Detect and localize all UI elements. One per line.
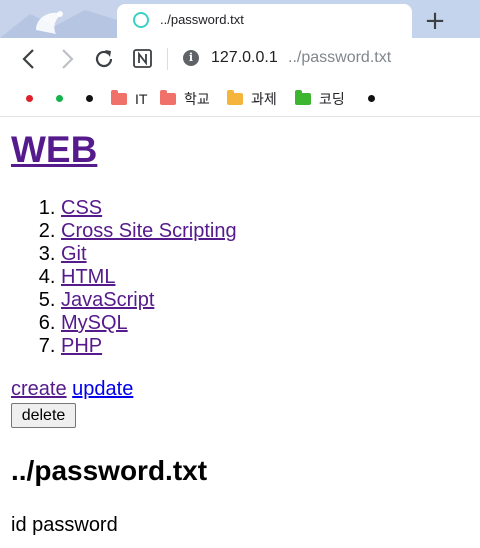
red-dot-icon (26, 95, 33, 102)
list-item: HTML (61, 266, 237, 289)
tab-title: ../password.txt (160, 12, 244, 27)
bookmark-red-dot[interactable] (26, 80, 33, 117)
bookmark-label: 코딩 (319, 90, 345, 107)
reload-icon[interactable] (91, 46, 117, 72)
folder-icon (295, 89, 311, 105)
list-item: MySQL (61, 312, 237, 335)
topic-link-git[interactable]: Git (61, 243, 87, 265)
home-link[interactable]: WEB (11, 129, 97, 170)
loading-favicon-icon (133, 12, 149, 28)
bookmark-folder-assignment[interactable]: 과제 (227, 80, 277, 117)
bookmark-green-dot[interactable] (56, 80, 63, 117)
address-host[interactable]: 127.0.0.1 (211, 48, 278, 68)
folder-icon (227, 89, 243, 105)
black-dot-icon (368, 95, 375, 102)
black-dot-icon (86, 95, 93, 102)
create-link[interactable]: create (11, 378, 67, 400)
list-item: Cross Site Scripting (61, 220, 237, 243)
topic-link-xss[interactable]: Cross Site Scripting (61, 220, 237, 242)
page-title: ../password.txt (11, 455, 208, 486)
active-tab[interactable]: ../password.txt (117, 4, 412, 38)
page-description: id password (11, 514, 118, 536)
bookmark-folder-school[interactable]: 학교 (160, 80, 210, 117)
list-item: CSS (61, 197, 237, 220)
bookmark-black-dot[interactable] (86, 80, 93, 117)
info-icon[interactable]: i (183, 50, 199, 66)
bookmark-black-dot-2[interactable] (368, 80, 375, 117)
bookmark-folder-it[interactable]: IT (111, 80, 147, 117)
bookmark-label: 학교 (184, 90, 210, 107)
back-icon[interactable] (16, 46, 42, 72)
new-tab-button[interactable]: + (420, 6, 450, 36)
list-item: JavaScript (61, 289, 237, 312)
topic-link-css[interactable]: CSS (61, 197, 102, 219)
forward-icon[interactable] (54, 46, 80, 72)
site-heading: WEB (11, 126, 97, 174)
topic-link-html[interactable]: HTML (61, 266, 115, 288)
action-links: create update (11, 378, 133, 401)
address-path[interactable]: ../password.txt (288, 48, 391, 68)
list-item: PHP (61, 335, 237, 358)
topic-link-javascript[interactable]: JavaScript (61, 289, 154, 311)
update-link[interactable]: update (72, 378, 133, 400)
folder-icon (111, 89, 127, 105)
bookmark-label: 과제 (251, 90, 277, 107)
bookmark-folder-coding[interactable]: 코딩 (295, 80, 345, 117)
topic-list: CSS Cross Site Scripting Git HTML JavaSc… (11, 197, 237, 358)
bookmarks-bar: IT 학교 과제 코딩 (0, 80, 480, 117)
topic-link-mysql[interactable]: MySQL (61, 312, 128, 334)
list-item: Git (61, 243, 237, 266)
tab-strip: ../password.txt + (0, 0, 480, 38)
toolbar-separator (167, 48, 168, 70)
folder-icon (160, 89, 176, 105)
notion-icon[interactable] (130, 46, 156, 72)
bookmark-label: IT (135, 90, 148, 107)
background-tab[interactable] (0, 0, 117, 38)
topic-link-php[interactable]: PHP (61, 335, 102, 357)
delete-button[interactable]: delete (11, 403, 76, 428)
green-dot-icon (56, 95, 63, 102)
